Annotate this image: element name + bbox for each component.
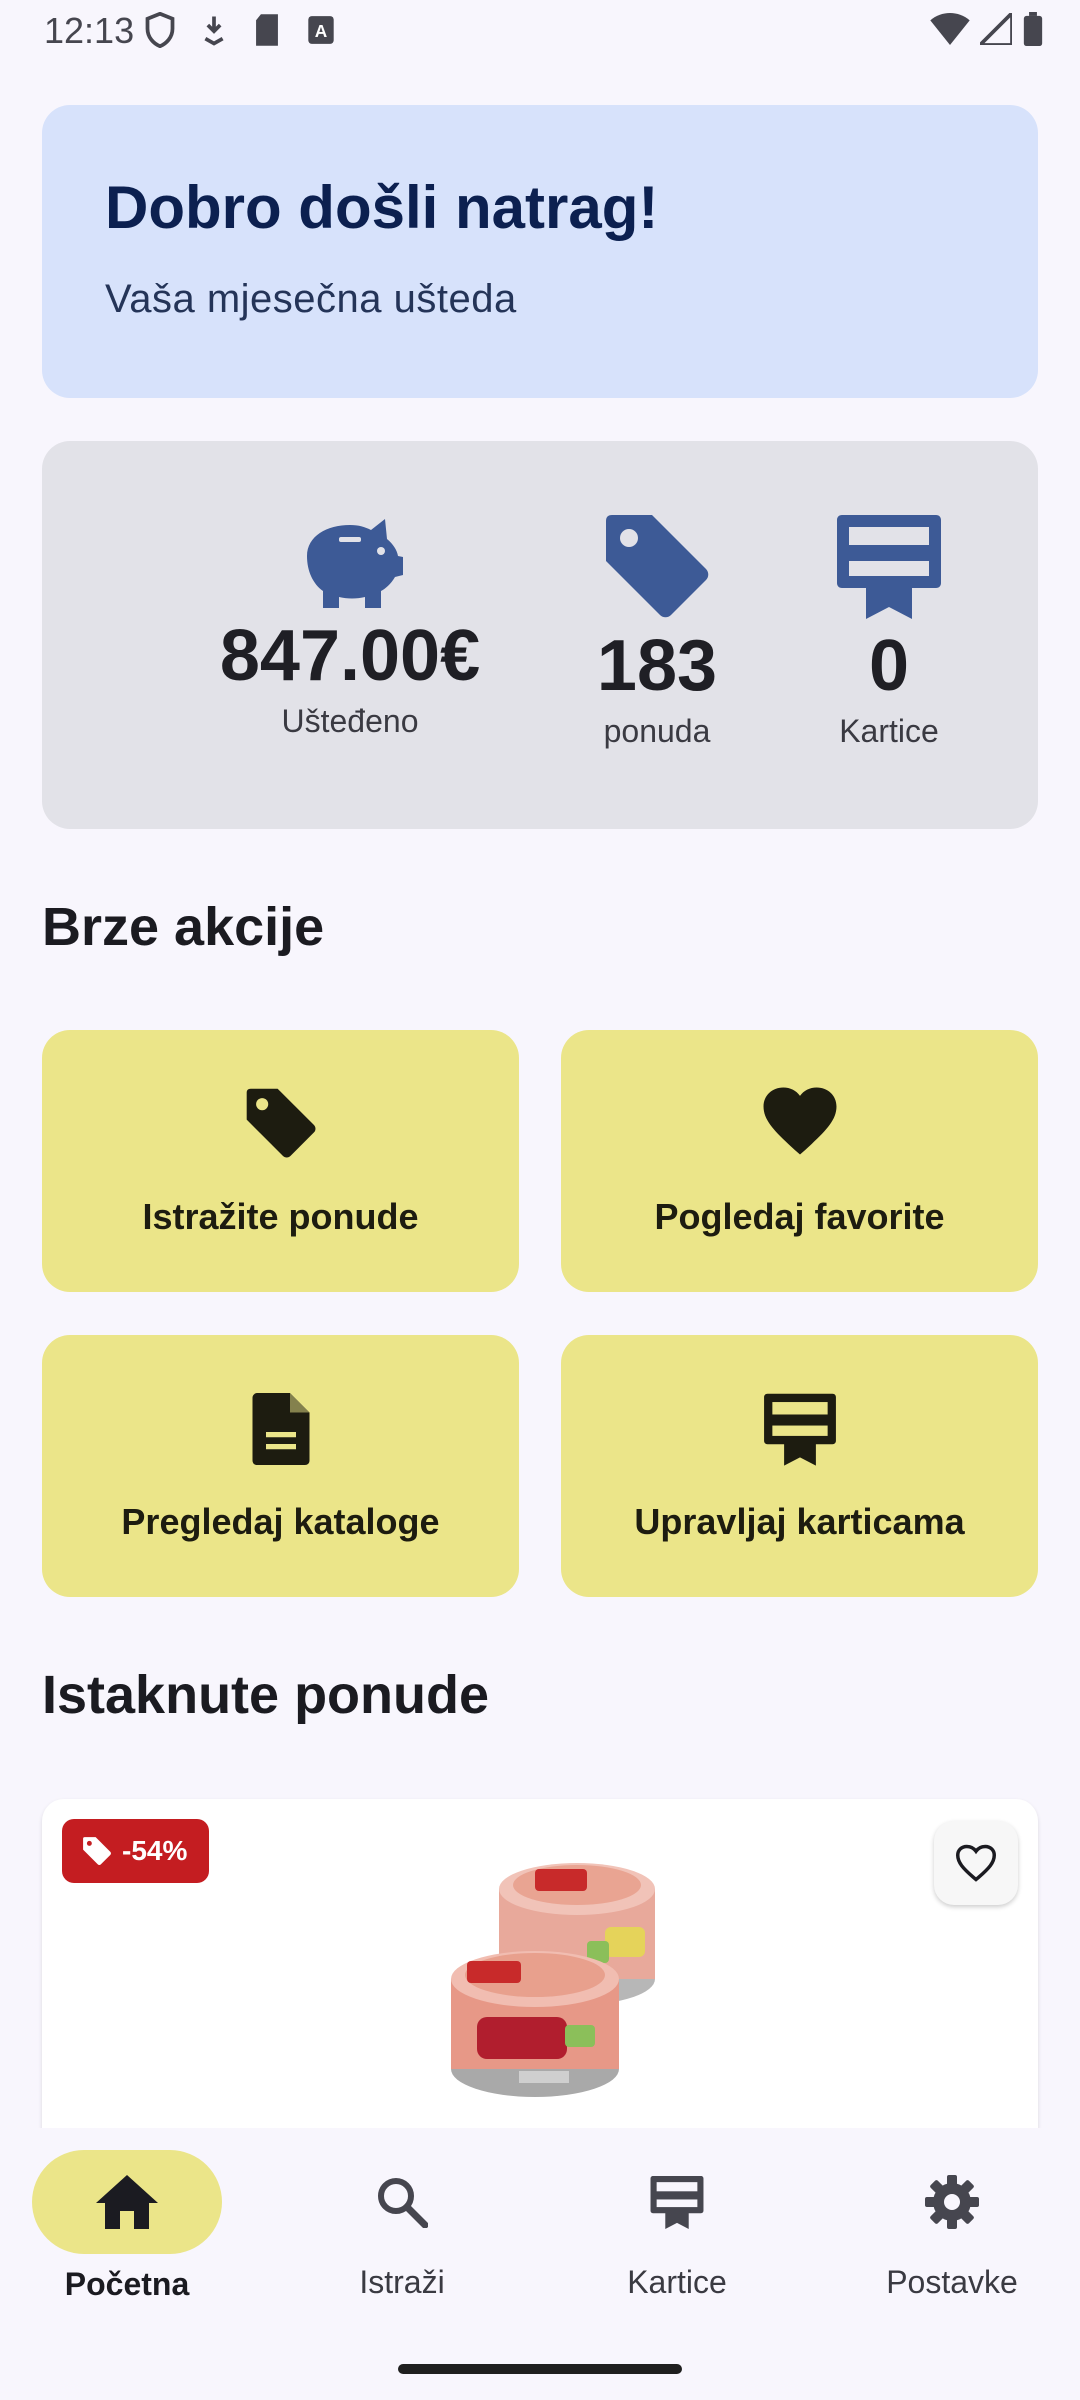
stats-card: 847.00€ Ušteđeno 183 ponuda 0 Kartice [42, 441, 1038, 829]
stat-saved: 847.00€ Ušteđeno [170, 511, 530, 740]
stat-offers: 183 ponuda [522, 511, 792, 750]
gear-icon [925, 2175, 979, 2229]
tile-label: Pregledaj kataloge [121, 1501, 440, 1542]
stat-value: 847.00€ [219, 616, 481, 696]
sd-card-icon [256, 14, 278, 46]
welcome-title: Dobro došli natrag! [105, 174, 659, 241]
nav-label: Istraži [359, 2264, 445, 2300]
heart-outline-icon [955, 1844, 997, 1882]
bottom-navigation: Početna Istraži Kartice Postavke [0, 2128, 1080, 2400]
nav-item-home[interactable]: Početna [27, 2150, 227, 2303]
discount-text: -54% [122, 1835, 188, 1866]
status-icons-right [930, 12, 1044, 46]
featured-offers-title: Istaknute ponude [42, 1665, 490, 1725]
status-bar: 12:13 A [0, 0, 1080, 64]
welcome-card: Dobro došli natrag! Vaša mjesečna ušteda [42, 105, 1038, 398]
signal-icon [980, 13, 1012, 45]
card-icon [650, 2176, 704, 2229]
browse-catalogs-button[interactable]: Pregledaj kataloge [42, 1335, 519, 1597]
explore-offers-button[interactable]: Istražite ponude [42, 1030, 519, 1292]
battery-icon [1023, 12, 1043, 46]
stat-label: ponuda [603, 712, 711, 749]
quick-actions-title: Brze akcije [42, 897, 325, 957]
tag-icon [246, 1088, 315, 1158]
discount-badge: -54% [62, 1819, 210, 1883]
home-indicator[interactable] [398, 2364, 682, 2374]
favorite-button[interactable] [934, 1821, 1018, 1905]
view-favorites-button[interactable]: Pogledaj favorite [561, 1030, 1038, 1292]
nav-label: Početna [64, 2266, 190, 2302]
text-a-icon: A [308, 16, 334, 44]
featured-offer-card[interactable]: -54% [42, 1799, 1038, 2129]
nav-item-explore[interactable]: Istraži [302, 2150, 502, 2301]
stat-label: Kartice [839, 712, 939, 749]
nav-pill [307, 2150, 497, 2254]
tile-label: Pogledaj favorite [654, 1196, 945, 1237]
nav-item-settings[interactable]: Postavke [852, 2150, 1052, 2301]
nav-pill [32, 2150, 222, 2254]
app-screen: 12:13 A Dobro došli natrag! Vaša mjesečn… [0, 0, 1080, 2400]
tile-label: Upravljaj karticama [634, 1501, 965, 1542]
shield-icon [145, 12, 175, 48]
nav-label: Kartice [627, 2264, 727, 2300]
welcome-subtitle: Vaša mjesečna ušteda [105, 277, 517, 321]
wifi-icon [930, 13, 970, 45]
stat-cards: 0 Kartice [779, 511, 999, 750]
piggy-bank-icon [307, 519, 403, 608]
heart-icon [763, 1087, 836, 1155]
nav-label: Postavke [886, 2264, 1018, 2300]
tag-icon [83, 1837, 111, 1865]
nav-pill [582, 2150, 772, 2254]
home-icon [96, 2175, 158, 2229]
status-icons-left: A [145, 12, 335, 48]
search-icon [378, 2178, 428, 2228]
stat-value: 0 [868, 626, 910, 706]
svg-text:A: A [315, 21, 328, 41]
card-icon [763, 1393, 836, 1466]
nav-pill [857, 2150, 1047, 2254]
loyalty-card-icon [837, 515, 941, 619]
tag-icon [606, 515, 709, 618]
rio-mare-insalatissime-image [451, 1863, 655, 2097]
nav-item-cards[interactable]: Kartice [577, 2150, 777, 2301]
manage-cards-button[interactable]: Upravljaj karticama [561, 1335, 1038, 1597]
download-icon [204, 16, 224, 46]
stat-label: Ušteđeno [281, 702, 419, 739]
status-time: 12:13 [44, 10, 135, 51]
stat-value: 183 [596, 626, 718, 706]
tile-label: Istražite ponude [142, 1196, 419, 1237]
document-icon [252, 1393, 309, 1465]
